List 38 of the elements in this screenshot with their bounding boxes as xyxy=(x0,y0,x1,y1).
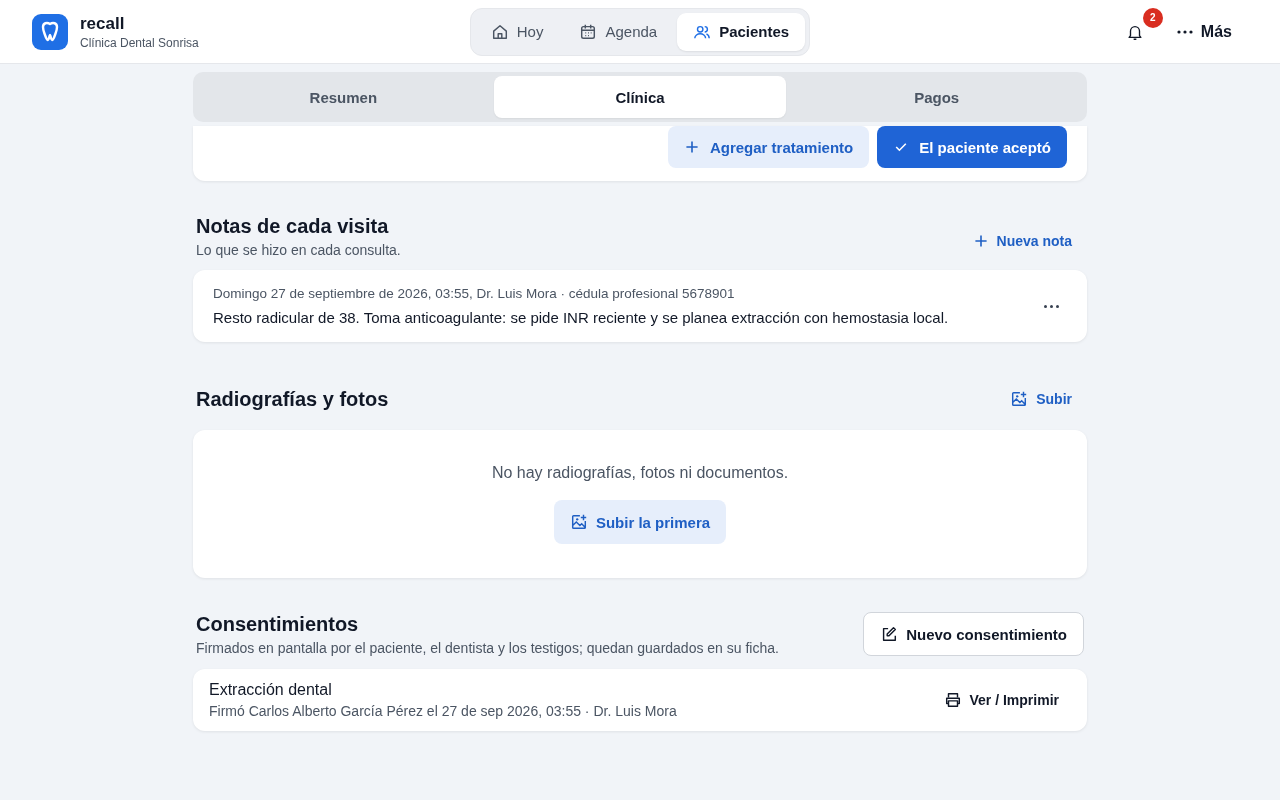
accept-button[interactable]: El paciente aceptó xyxy=(877,126,1067,168)
section-title: Notas de cada visita xyxy=(196,215,390,238)
more-button[interactable]: Más xyxy=(1172,13,1248,50)
add-treatment-button[interactable]: Agregar tratamiento xyxy=(667,126,870,168)
upload-button[interactable]: Subir xyxy=(998,382,1084,416)
section-title: Radiografías y fotos xyxy=(196,387,389,411)
image-plus-icon xyxy=(569,513,588,531)
new-consent-button[interactable]: Nuevo consentimiento xyxy=(863,612,1084,656)
nav-tab[interactable]: Agenda xyxy=(563,12,674,51)
section-tab[interactable]: Resumen xyxy=(197,76,490,118)
app-name: recall xyxy=(80,13,126,34)
section-tab[interactable]: Clínica xyxy=(493,76,787,118)
section-subtitle: Firmados en pantalla por el paciente, el dentista y los testigos; quedan guardados en su ficha. xyxy=(196,640,779,656)
clinic-name: Clínica Dental Sonrisa xyxy=(80,35,199,50)
nav-tab[interactable]: Hoy xyxy=(474,12,560,51)
printer-icon xyxy=(943,691,962,709)
nav-tab[interactable]: Pacientes xyxy=(677,12,806,51)
home-icon xyxy=(490,22,509,41)
dots-icon xyxy=(1176,29,1193,34)
notification-count: 2 xyxy=(1142,7,1163,28)
image-plus-icon xyxy=(1010,390,1029,408)
section-subtitle: Lo que se hizo en cada consulta. xyxy=(196,242,401,258)
section-title: Consentimientos xyxy=(196,613,360,636)
print-button[interactable]: Ver / Imprimir xyxy=(931,682,1071,718)
tooth-logo-icon xyxy=(32,13,68,50)
note-text: Resto radicular de 38. Toma anticoagulante: se pide INR reciente y se planea extracción con hemostasia local. xyxy=(213,309,949,326)
plus-icon xyxy=(972,233,989,249)
consent-title: Extracción dental xyxy=(209,681,333,699)
calendar-icon xyxy=(579,22,598,41)
note-meta: Domingo 27 de septiembre de 2026, 03:55, Dr. Luis Mora · cédula profesional 5678901 xyxy=(213,286,736,301)
section-tab[interactable]: Pagos xyxy=(790,76,1083,118)
edit-icon xyxy=(880,625,899,643)
dots-icon xyxy=(1043,304,1059,308)
empty-message: No hay radiografías, fotos ni documentos. xyxy=(491,464,789,482)
consent-detail: Firmó Carlos Alberto García Pérez el 27 de sep 2026, 03:55 · Dr. Luis Mora xyxy=(209,703,677,719)
upload-first-button[interactable]: Subir la primera xyxy=(553,500,727,544)
plus-icon xyxy=(683,139,700,155)
new-note-button[interactable]: Nueva nota xyxy=(960,224,1084,258)
